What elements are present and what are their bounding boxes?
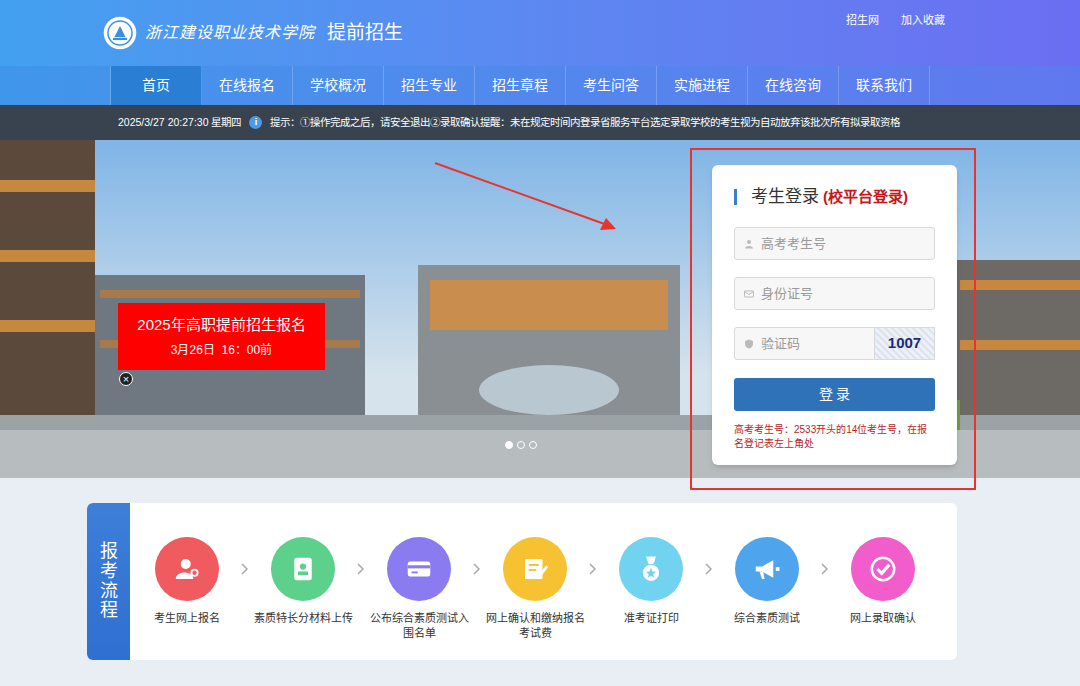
applicant-icon (172, 554, 202, 584)
chevron-right-icon (819, 537, 831, 601)
payment-card-icon (404, 554, 434, 584)
login-title: 考生登录 (751, 184, 819, 210)
close-banner-button[interactable]: × (119, 372, 133, 386)
header-link[interactable]: 加入收藏 (901, 12, 945, 29)
process-step[interactable]: 网上录取确认 (831, 537, 935, 626)
chevron-right-icon (703, 537, 715, 601)
captcha-image[interactable]: 1007 (875, 327, 935, 360)
carousel-dots (505, 441, 537, 449)
login-field (734, 277, 935, 310)
school-name: 浙江建设职业技术学院 (145, 21, 315, 45)
header-link[interactable]: 招生网 (846, 12, 879, 29)
login-hint: 高考考生号：2533开头的14位考生号，在报名登记表左上角处 (734, 423, 935, 451)
nav-item[interactable]: 学校概况 (293, 66, 384, 105)
nav-item[interactable]: 联系我们 (839, 66, 930, 105)
step-label: 准考证打印 (624, 611, 679, 626)
chevron-right-icon (587, 537, 599, 601)
captcha-row: 1007 (734, 327, 935, 360)
school-logo-icon (103, 16, 137, 50)
shield-icon (743, 338, 755, 350)
nav-item[interactable]: 考生问答 (566, 66, 657, 105)
document-edit-icon (520, 554, 550, 584)
step-badge (503, 537, 567, 601)
step-badge (735, 537, 799, 601)
chevron-right-icon (239, 537, 251, 601)
header: 浙江建设职业技术学院提前招生 招生网 加入收藏 (0, 0, 1080, 66)
login-subtitle: (校平台登录) (823, 186, 908, 209)
banner-title: 2025年高职提前招生报名 (137, 314, 305, 337)
main-nav: 首页在线报名学校概况招生专业招生章程考生问答实施进程在线咨询联系我们 (0, 66, 1080, 105)
step-badge (619, 537, 683, 601)
info-icon: i (249, 116, 262, 129)
notice-text: 提示：①操作完成之后，请安全退出②录取确认提醒：未在规定时间内登录省服务平台选定… (270, 115, 900, 131)
process-card: 报考流程考生网上报名 素质特长分材料上传公布综合素质测试入围名单网上确认和缴纳报名… (87, 503, 957, 660)
id-card-icon (288, 554, 318, 584)
title-bar (734, 189, 737, 205)
login-input[interactable] (761, 234, 926, 254)
login-button[interactable]: 登 录 (734, 378, 935, 411)
user-icon (743, 238, 755, 250)
login-field (734, 327, 875, 360)
nav-item[interactable]: 招生章程 (475, 66, 566, 105)
promo-banner[interactable]: 2025年高职提前招生报名 3月26日 16：00前 (118, 303, 325, 370)
process-title-block: 报考流程 (87, 503, 130, 660)
datetime: 2025/3/27 20:27:30 星期四 (118, 115, 241, 131)
process-step[interactable]: 网上确认和缴纳报名考试费 (483, 537, 587, 641)
process-step[interactable]: 综合素质测试 (715, 537, 819, 626)
site-title: 提前招生 (327, 19, 403, 48)
process-step[interactable]: 素质特长分材料上传 (251, 537, 355, 626)
process-step[interactable]: 准考证打印 (599, 537, 703, 626)
carousel-dot[interactable] (517, 441, 525, 449)
process-step[interactable]: 考生网上报名 (135, 537, 239, 626)
megaphone-icon (752, 554, 782, 584)
login-input[interactable] (761, 284, 926, 304)
medal-icon (636, 554, 666, 584)
check-circle-icon (868, 554, 898, 584)
step-badge (851, 537, 915, 601)
carousel-dot[interactable] (529, 441, 537, 449)
step-label: 网上确认和缴纳报名考试费 (483, 611, 587, 641)
step-label: 考生网上报名 (154, 611, 220, 626)
process-title: 报考流程 (100, 542, 118, 621)
nav-item[interactable]: 首页 (111, 66, 202, 105)
step-label: 素质特长分材料上传 (254, 611, 353, 626)
step-badge (271, 537, 335, 601)
login-field (734, 227, 935, 260)
step-badge (387, 537, 451, 601)
notice-bar: 2025/3/27 20:27:30 星期四 i 提示：①操作完成之后，请安全退出②… (0, 105, 1080, 140)
step-badge (155, 537, 219, 601)
login-card: 考生登录(校平台登录) 1007 登 录高考考生号：2533开头的14位考生号，在报… (712, 165, 957, 465)
process-step[interactable]: 公布综合素质测试入围名单 (367, 537, 471, 641)
step-label: 公布综合素质测试入围名单 (367, 611, 471, 641)
nav-item[interactable]: 在线咨询 (748, 66, 839, 105)
nav-item[interactable]: 招生专业 (384, 66, 475, 105)
nav-item[interactable]: 在线报名 (202, 66, 293, 105)
annotation-arrow-icon (430, 158, 630, 238)
step-label: 网上录取确认 (850, 611, 916, 626)
hero-banner: 2025年高职提前招生报名 3月26日 16：00前 × 考生登录(校平台登录) 100… (0, 140, 1080, 478)
process-section: 报考流程考生网上报名 素质特长分材料上传公布综合素质测试入围名单网上确认和缴纳报名… (0, 478, 1080, 686)
chevron-right-icon (471, 537, 483, 601)
login-input[interactable] (761, 334, 866, 354)
banner-subtitle: 3月26日 16：00前 (171, 341, 272, 359)
annotation-frame (690, 148, 976, 490)
nav-item[interactable]: 实施进程 (657, 66, 748, 105)
chevron-right-icon (355, 537, 367, 601)
carousel-dot[interactable] (505, 441, 513, 449)
card-icon (743, 288, 755, 300)
process-steps: 考生网上报名 素质特长分材料上传公布综合素质测试入围名单网上确认和缴纳报名考试费 准… (130, 503, 935, 660)
step-label: 综合素质测试 (734, 611, 800, 626)
